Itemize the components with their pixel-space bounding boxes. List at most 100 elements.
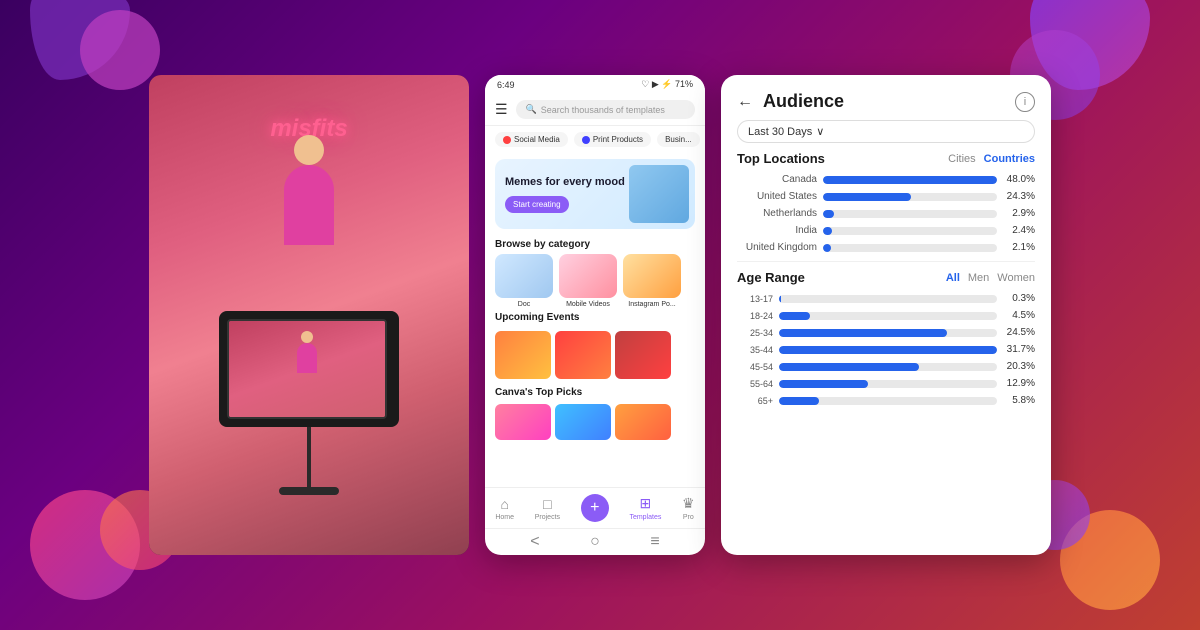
top-pick-2[interactable] [555, 404, 611, 440]
age-range-title: Age Range [737, 270, 805, 285]
age-value: 20.3% [1003, 361, 1035, 372]
back-button[interactable]: ← [737, 93, 753, 111]
mobile-search-bar: ☰ 🔍 Search thousands of templates [485, 94, 705, 126]
bottom-nav-projects[interactable]: □ Projects [535, 496, 560, 521]
bottom-nav-create[interactable]: + [581, 494, 609, 522]
location-bar-row: India 2.4% [737, 225, 1035, 236]
event-card-1[interactable] [495, 331, 551, 379]
browse-item-doc[interactable]: Doc [495, 254, 553, 308]
age-bar-row: 25-34 24.5% [737, 327, 1035, 338]
info-icon[interactable]: i [1015, 92, 1035, 112]
bar-track [823, 227, 997, 235]
recent-nav-icon[interactable]: ≡ [650, 533, 659, 551]
projects-icon: □ [543, 496, 551, 512]
templates-icon: ⊞ [640, 495, 652, 512]
age-value: 0.3% [1003, 293, 1035, 304]
location-label: United States [737, 191, 817, 202]
locations-bar-list: Canada 48.0% United States 24.3% Netherl… [737, 174, 1035, 253]
age-bar-track [779, 346, 997, 354]
toppicks-section-title: Canva's Top Picks [485, 383, 705, 402]
browse-item-instagram[interactable]: Instagram Po... [623, 254, 681, 308]
banner: Memes for every mood Start creating [495, 159, 695, 229]
browse-thumb-ig [623, 254, 681, 298]
status-time: 6:49 [497, 80, 515, 90]
search-icon: 🔍 [526, 104, 537, 115]
bottom-navigation: ⌂ Home □ Projects + ⊞ Templates ♛ Pro [485, 487, 705, 528]
top-locations-header: Top Locations Cities Countries [737, 151, 1035, 166]
audience-header: ← Audience i [737, 91, 1035, 112]
bottom-nav-templates[interactable]: ⊞ Templates [629, 495, 661, 521]
age-bar-fill [779, 295, 781, 303]
category-pills: Social Media Print Products Busin... [485, 126, 705, 153]
age-tab-group: All Men Women [946, 272, 1035, 284]
top-pick-1[interactable] [495, 404, 551, 440]
browse-label-doc: Doc [518, 301, 530, 308]
age-bar-row: 65+ 5.8% [737, 395, 1035, 406]
bar-track [823, 244, 997, 252]
hamburger-icon[interactable]: ☰ [495, 101, 508, 118]
battery-indicator: 71% [675, 79, 693, 89]
banner-image [629, 165, 689, 223]
audience-title: Audience [763, 91, 844, 112]
age-label: 55-64 [737, 379, 773, 389]
category-business-label: Busin... [665, 135, 692, 144]
create-fab-button[interactable]: + [581, 494, 609, 522]
age-bar-fill [779, 312, 810, 320]
status-bar: 6:49 ♡ ▶ ⚡ 71% [485, 75, 705, 94]
person-head [294, 135, 324, 165]
location-bar-row: United Kingdom 2.1% [737, 242, 1035, 253]
age-label: 35-44 [737, 345, 773, 355]
location-bar-row: Netherlands 2.9% [737, 208, 1035, 219]
tab-women[interactable]: Women [997, 272, 1035, 284]
pro-icon: ♛ [682, 495, 695, 512]
section-divider [737, 261, 1035, 262]
print-icon-dot [582, 136, 590, 144]
age-bar-track [779, 397, 997, 405]
location-tab-group: Cities Countries [948, 153, 1035, 165]
top-picks-row [485, 402, 705, 442]
age-label: 65+ [737, 396, 773, 406]
age-bar-row: 13-17 0.3% [737, 293, 1035, 304]
age-bar-track [779, 363, 997, 371]
location-bar-row: United States 24.3% [737, 191, 1035, 202]
location-value: 24.3% [1003, 191, 1035, 202]
banner-heading: Memes for every mood [505, 175, 625, 189]
tab-countries[interactable]: Countries [984, 153, 1035, 165]
audience-panel: ← Audience i Last 30 Days ∨ Top Location… [721, 75, 1051, 555]
date-filter-pill[interactable]: Last 30 Days ∨ [737, 120, 1035, 143]
category-social-media[interactable]: Social Media [495, 132, 568, 147]
location-value: 2.1% [1003, 242, 1035, 253]
location-label: Canada [737, 174, 817, 185]
bottom-nav-home[interactable]: ⌂ Home [495, 496, 514, 521]
location-label: India [737, 225, 817, 236]
home-nav-icon[interactable]: ○ [590, 533, 600, 551]
bar-track [823, 176, 997, 184]
age-bar-fill [779, 380, 868, 388]
camera-device [219, 311, 399, 495]
age-value: 4.5% [1003, 310, 1035, 321]
category-business[interactable]: Busin... [657, 132, 700, 147]
browse-item-mobile-video[interactable]: Mobile Videos [559, 254, 617, 308]
mobile-panel: 6:49 ♡ ▶ ⚡ 71% ☰ 🔍 Search thousands of t… [485, 75, 705, 555]
top-pick-3[interactable] [615, 404, 671, 440]
event-card-3[interactable] [615, 331, 671, 379]
back-nav-icon[interactable]: < [530, 533, 539, 551]
tab-cities[interactable]: Cities [948, 153, 976, 165]
content-wrapper: misfits [149, 75, 1051, 555]
browse-label-video: Mobile Videos [566, 301, 610, 308]
age-bar-row: 35-44 31.7% [737, 344, 1035, 355]
tab-all[interactable]: All [946, 272, 960, 284]
event-card-2[interactable] [555, 331, 611, 379]
age-bar-list: 13-17 0.3% 18-24 4.5% 25-34 24.5% 35-44 … [737, 293, 1035, 406]
tab-men[interactable]: Men [968, 272, 989, 284]
bottom-nav-pro[interactable]: ♛ Pro [682, 495, 695, 521]
category-print-products[interactable]: Print Products [574, 132, 651, 147]
banner-cta-button[interactable]: Start creating [505, 196, 569, 213]
age-bar-fill [779, 346, 997, 354]
age-bar-fill [779, 397, 819, 405]
status-icons: ♡ ▶ ⚡ 71% [641, 79, 693, 90]
search-input[interactable]: 🔍 Search thousands of templates [516, 100, 695, 119]
pro-label: Pro [683, 514, 694, 521]
events-section-title: Upcoming Events [485, 308, 705, 327]
camera-tripod [307, 427, 311, 487]
